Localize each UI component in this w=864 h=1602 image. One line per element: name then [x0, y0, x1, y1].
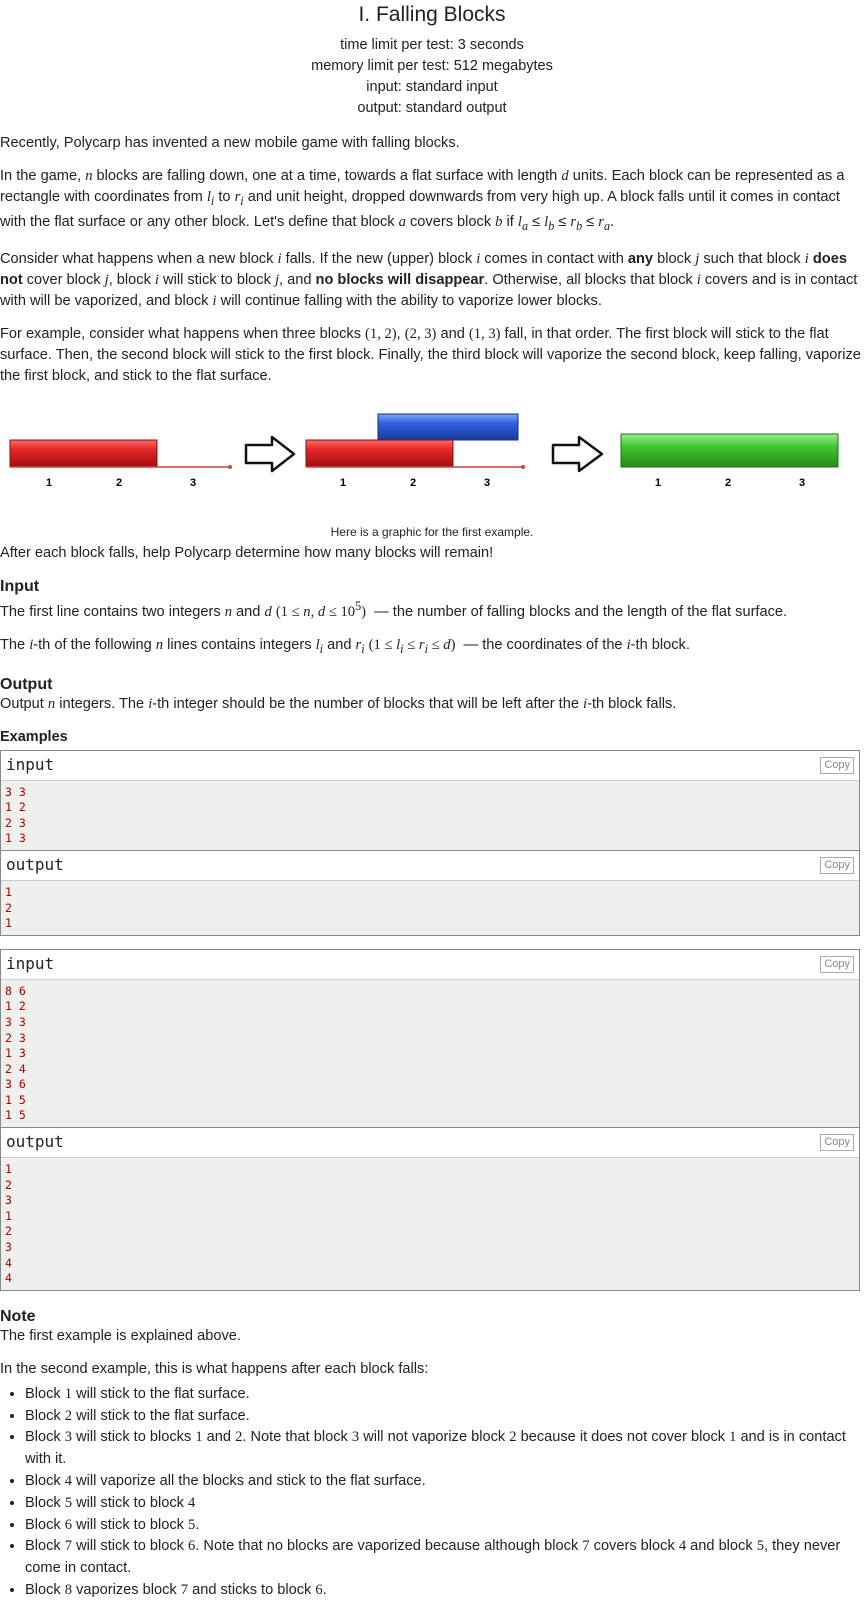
output-label: output [6, 854, 64, 874]
input-line-2: The i-th of the following n lines contai… [0, 636, 690, 656]
copy-button[interactable]: Copy [820, 955, 854, 973]
note-second-intro: In the second example, this is what happ… [0, 1360, 429, 1377]
output-line: 3 [5, 1240, 12, 1255]
falling-blocks-graphic: 1 2 3 1 2 3 1 2 3 [9, 413, 839, 489]
example-paragraph: For example, consider what happens when … [0, 325, 861, 384]
output-label: output [6, 1132, 64, 1152]
example-test-2: input Copy 8 6 1 2 3 3 2 3 1 3 2 4 3 6 1… [0, 948, 860, 1291]
output-block[interactable]: 1 2 3 1 2 3 4 4 [1, 1158, 859, 1290]
figure-panel-1: 1 2 3 [9, 439, 232, 489]
output-line: 4 [5, 1271, 12, 1286]
tick-label-2: 2 [410, 477, 416, 489]
output-spec: output: standard output [357, 100, 507, 116]
output-line: 2 [5, 1224, 12, 1239]
input-line: 1 3 [5, 1046, 26, 1061]
output-line: 2 [5, 900, 12, 915]
input-block[interactable]: 3 3 1 2 2 3 1 3 [1, 780, 859, 850]
input-header: input Copy [1, 750, 859, 781]
list-item: Block 1 will stick to the flat surface. [25, 1384, 864, 1406]
output-line: 1 [5, 1208, 12, 1223]
copy-button[interactable]: Copy [820, 1134, 854, 1152]
arrow-icon [551, 435, 604, 473]
input-line: 3 3 [5, 784, 26, 799]
input-line: 3 6 [5, 1077, 26, 1092]
list-item: Block 2 will stick to the flat surface. [25, 1406, 864, 1428]
list-item: Block 7 will stick to block 6. Note that… [25, 1536, 864, 1580]
input-line: 3 3 [5, 1014, 26, 1029]
tick-label-3: 3 [190, 477, 196, 489]
copy-button[interactable]: Copy [820, 856, 854, 874]
tick-label-1: 1 [655, 477, 661, 489]
problem-statement: I. Falling Blocks time limit per test: 3… [0, 0, 864, 1602]
arrow-icon [244, 435, 296, 473]
input-line: 1 2 [5, 800, 26, 815]
note-title: Note [0, 1307, 36, 1325]
figure-panel-2: 1 2 3 [305, 413, 525, 489]
input-label: input [6, 953, 55, 973]
list-item: Block 5 will stick to block 4 [25, 1493, 864, 1515]
example-figure: 1 2 3 1 2 3 1 2 3 [0, 411, 864, 516]
input-line: 2 3 [5, 1030, 26, 1045]
task-paragraph: After each block falls, help Polycarp de… [0, 544, 494, 561]
input-line: 1 3 [5, 831, 26, 846]
copy-button[interactable]: Copy [820, 756, 854, 774]
limits: time limit per test: 3 seconds memory li… [0, 35, 864, 119]
examples-title: Examples [0, 728, 68, 745]
problem-title: I. Falling Blocks [358, 3, 506, 26]
input-line: 1 5 [5, 1108, 26, 1123]
time-limit: time limit per test: 3 seconds [340, 37, 524, 53]
output-header: output Copy [1, 1127, 859, 1159]
list-item: Block 6 will stick to block 5. [25, 1515, 864, 1537]
input-line: 1 5 [5, 1092, 26, 1107]
input-line: 1 2 [5, 999, 26, 1014]
blue-block-2-3 [377, 413, 519, 441]
output-line: 1 [5, 884, 12, 899]
tick-label-1: 1 [340, 477, 346, 489]
input-spec: input: standard input [366, 79, 498, 95]
tick-label-3: 3 [799, 477, 805, 489]
note-first: The first example is explained above. [0, 1327, 241, 1344]
input-section-title: Input [0, 577, 40, 595]
intro-paragraph: Recently, Polycarp has invented a new mo… [0, 135, 460, 151]
output-line: 1 [5, 1162, 12, 1177]
tick-label-2: 2 [116, 477, 122, 489]
game-paragraph: In the game, n blocks are falling down, … [0, 168, 845, 233]
input-line: 2 4 [5, 1061, 26, 1076]
output-line: 2 [5, 1177, 12, 1192]
red-block-1-2 [9, 439, 158, 468]
output-line: 4 [5, 1255, 12, 1270]
input-block[interactable]: 8 6 1 2 3 3 2 3 1 3 2 4 3 6 1 5 1 5 [1, 979, 859, 1128]
red-block-1-2 [305, 439, 454, 468]
input-line-1: The first line contains two integers n a… [0, 598, 788, 620]
output-block[interactable]: 1 2 1 [1, 880, 859, 935]
example-test-1: input Copy 3 3 1 2 2 3 1 3 output Copy 1… [0, 749, 860, 936]
output-line: 3 [5, 1193, 12, 1208]
output-header: output Copy [1, 849, 859, 881]
surface-end-dot [521, 464, 525, 469]
tick-label-1: 1 [46, 477, 52, 489]
figure-panel-3: 1 2 3 [620, 433, 839, 489]
output-section-title: Output [0, 675, 53, 693]
input-label: input [6, 754, 55, 774]
input-header: input Copy [1, 949, 859, 980]
surface-end-dot [228, 464, 232, 469]
output-line: 1 [5, 916, 12, 931]
rule-paragraph: Consider what happens when a new block i… [0, 250, 858, 309]
green-block-1-3 [620, 433, 839, 468]
tick-label-3: 3 [484, 477, 490, 489]
list-item: Block 3 will stick to blocks 1 and 2. No… [25, 1427, 864, 1471]
memory-limit: memory limit per test: 512 megabytes [311, 58, 553, 74]
input-line: 2 3 [5, 815, 26, 830]
output-line: Output n integers. The i-th integer shou… [0, 695, 677, 712]
input-line: 8 6 [5, 983, 26, 998]
tick-label-2: 2 [725, 477, 731, 489]
note-list: Block 1 will stick to the flat surface. … [0, 1384, 864, 1602]
figure-caption: Here is a graphic for the first example. [330, 524, 534, 539]
list-item: Block 4 will vaporize all the blocks and… [25, 1471, 864, 1493]
list-item: Block 8 vaporizes block 7 and sticks to … [25, 1580, 864, 1602]
